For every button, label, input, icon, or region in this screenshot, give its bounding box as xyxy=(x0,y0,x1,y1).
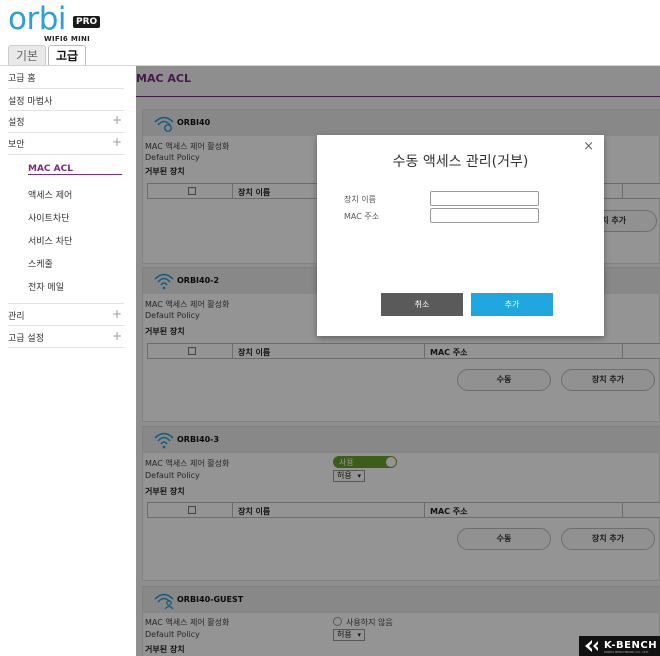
cancel-button[interactable]: 취소 xyxy=(381,293,463,316)
sidebar-subitem-access-control[interactable]: 액세스 제어 xyxy=(28,188,72,201)
sidebar-item-label: 관리 xyxy=(8,312,25,322)
expand-icon[interactable]: + xyxy=(112,113,122,127)
mac-address-label: MAC 주소 xyxy=(344,212,380,221)
logo-text: orbi xyxy=(8,1,67,37)
sidebar-divider xyxy=(8,303,124,304)
device-name-label: 장치 이름 xyxy=(344,195,376,204)
kbench-logo-icon xyxy=(585,640,598,652)
add-button[interactable]: 추가 xyxy=(471,293,553,316)
sidebar-item-management[interactable]: 관리 + xyxy=(8,307,124,322)
sidebar-divider xyxy=(8,110,124,111)
orbi-logo: orbi PRO WIFI6 MINI xyxy=(8,4,108,46)
sidebar-item-label: 고급 홈 xyxy=(8,74,36,84)
tab-advanced[interactable]: 고급 xyxy=(48,45,86,66)
logo-badge: PRO xyxy=(73,16,101,28)
router-admin-page: orbi PRO WIFI6 MINI 기본 고급 고급 홈 설정 마법사 설정… xyxy=(0,0,660,656)
sidebar-subitem-mac-acl[interactable]: MAC ACL xyxy=(28,164,73,174)
tab-basic[interactable]: 기본 xyxy=(8,45,46,66)
active-underline xyxy=(28,174,122,175)
sidebar-item-label: 고급 설정 xyxy=(8,334,44,344)
manual-access-dialog: × 수동 액세스 관리(거부) 장치 이름 MAC 주소 취소 추가 xyxy=(317,135,604,336)
sidebar-item-advanced-home[interactable]: 고급 홈 xyxy=(8,71,124,84)
sidebar-item-label: 보안 xyxy=(8,140,25,150)
sidebar-item-label: 설정 xyxy=(8,118,25,128)
expand-icon[interactable]: + xyxy=(112,307,122,321)
sidebar-subitem-service-block[interactable]: 서비스 차단 xyxy=(28,234,72,247)
sidebar-item-security[interactable]: 보안 + xyxy=(8,135,124,150)
device-name-input[interactable] xyxy=(430,191,539,206)
kbench-watermark: K-BENCH KOREA BENCHMARK CO., LTD. xyxy=(579,636,660,656)
sidebar-subitem-schedule[interactable]: 스케줄 xyxy=(28,257,53,270)
expand-icon[interactable]: + xyxy=(112,329,122,343)
dialog-title: 수동 액세스 관리(거부) xyxy=(392,154,529,170)
sidebar-item-setup[interactable]: 설정 + xyxy=(8,113,124,128)
sidebar-item-setup-wizard[interactable]: 설정 마법사 xyxy=(8,94,124,107)
sidebar: 고급 홈 설정 마법사 설정 + 보안 + MAC ACL 액세스 제어 사이트차단… xyxy=(0,66,134,656)
sidebar-divider xyxy=(8,154,124,155)
sidebar-divider xyxy=(8,347,124,348)
mac-address-input[interactable] xyxy=(430,208,539,223)
logo-subtitle: WIFI6 MINI xyxy=(44,35,91,43)
sidebar-divider xyxy=(8,88,124,89)
top-tabs: 기본 고급 xyxy=(8,45,88,66)
expand-icon[interactable]: + xyxy=(112,135,122,149)
sidebar-divider xyxy=(8,325,124,326)
sidebar-item-label: 설정 마법사 xyxy=(8,97,53,107)
sidebar-item-advanced-setup[interactable]: 고급 설정 + xyxy=(8,329,124,344)
sidebar-divider xyxy=(8,132,124,133)
watermark-subtext: KOREA BENCHMARK CO., LTD. xyxy=(604,650,649,654)
sidebar-subitem-site-block[interactable]: 사이트차단 xyxy=(28,211,69,224)
sidebar-subitem-email[interactable]: 전자 메일 xyxy=(28,280,64,293)
